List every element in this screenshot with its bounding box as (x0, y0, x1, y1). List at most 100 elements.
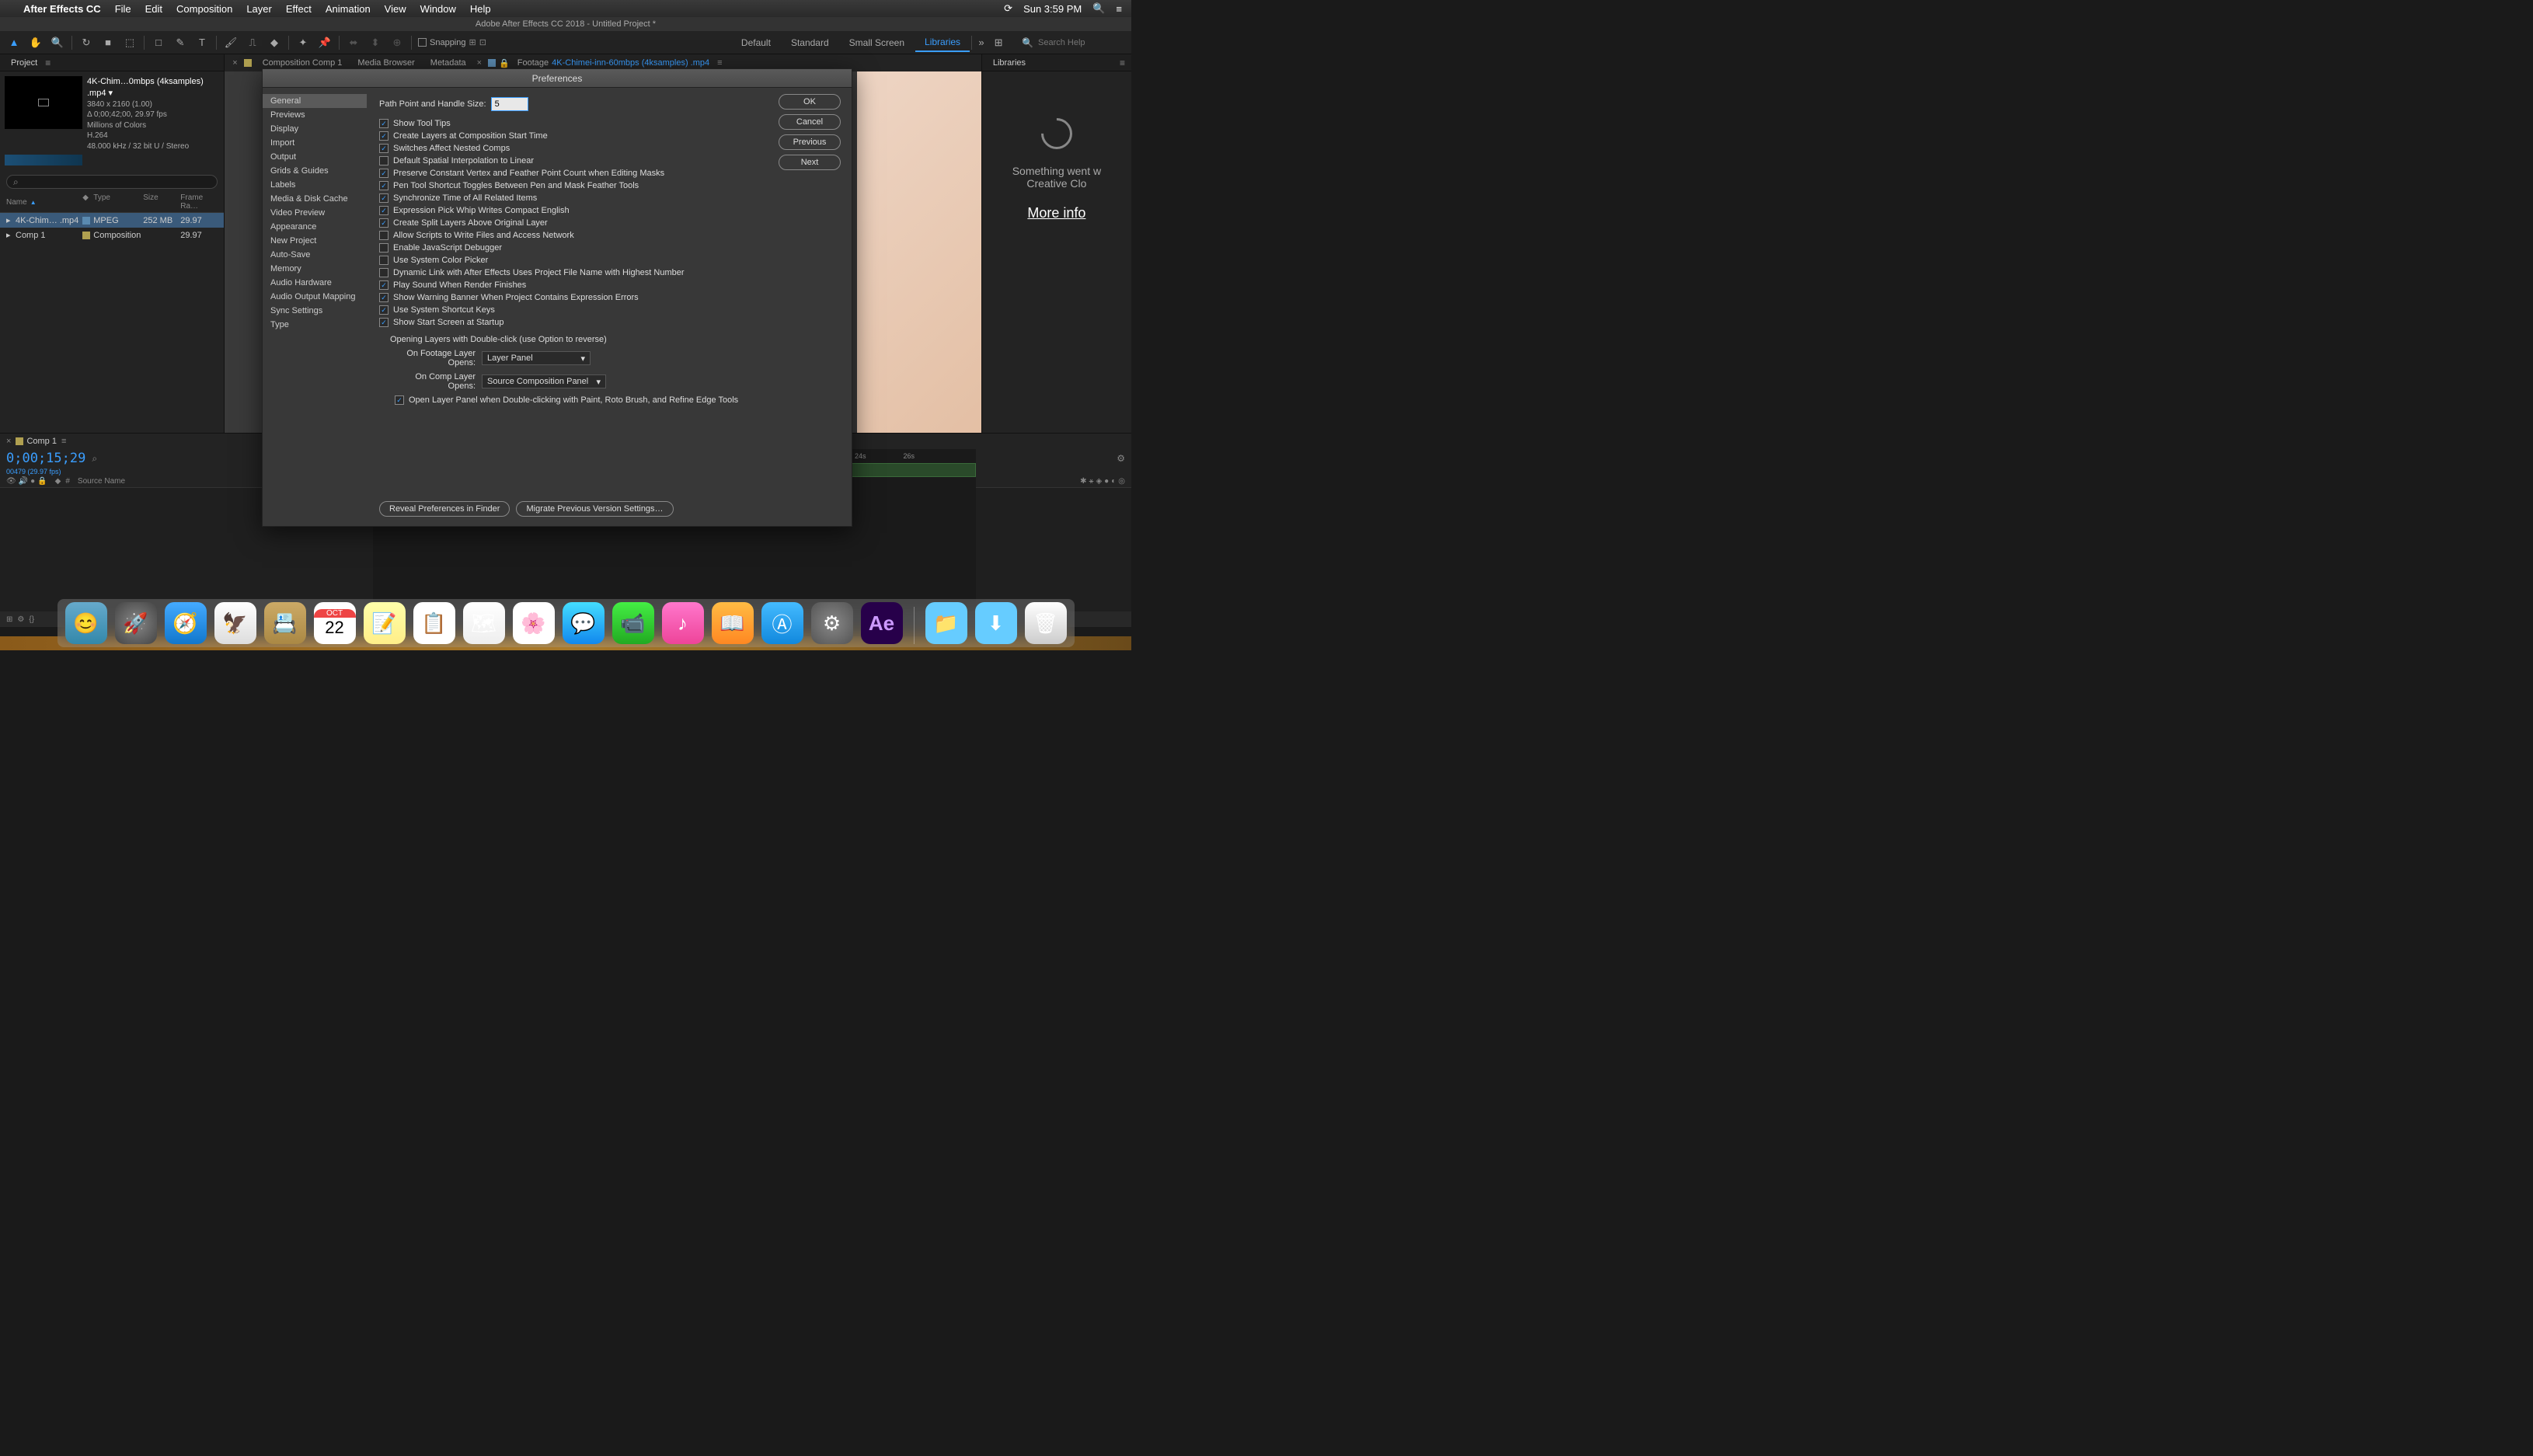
roto-tool-icon[interactable]: ✦ (295, 35, 311, 51)
source-name-col[interactable]: Source Name (78, 477, 125, 486)
current-timecode[interactable]: 0;00;15;29 (6, 451, 85, 466)
prefs-checkbox-15[interactable] (379, 305, 388, 315)
handle-size-input[interactable] (491, 97, 528, 111)
dock-finder-icon[interactable]: 😊 (65, 602, 107, 644)
search-help-input[interactable] (1038, 38, 1116, 47)
prefs-checkbox-10[interactable] (379, 243, 388, 253)
menu-effect[interactable]: Effect (286, 3, 312, 15)
frame-blend-icon[interactable]: ◈ (1096, 477, 1102, 486)
col-label-icon[interactable]: ◆ (82, 193, 93, 211)
previous-button[interactable]: Previous (779, 134, 841, 150)
snapping-checkbox[interactable] (418, 38, 427, 47)
project-row[interactable]: ▸ Comp 1 Composition 29.97 (0, 228, 224, 242)
prefs-checkbox-3[interactable] (379, 156, 388, 165)
menu-file[interactable]: File (115, 3, 131, 15)
audio-toggle-icon[interactable]: 🔊 (19, 477, 28, 486)
prefs-checkbox-13[interactable] (379, 280, 388, 290)
menu-extras-icon[interactable]: ≡ (1116, 3, 1122, 15)
reveal-icon[interactable]: ▸ (6, 230, 16, 240)
workspace-default[interactable]: Default (732, 34, 780, 51)
prefs-nav-previews[interactable]: Previews (263, 108, 367, 122)
comp-layer-dropdown[interactable]: Source Composition Panel▾ (482, 374, 606, 388)
workspace-standard[interactable]: Standard (782, 34, 838, 51)
motion-blur-icon[interactable]: ● (1104, 477, 1109, 486)
lock-toggle-icon[interactable]: 🔒 (37, 477, 47, 486)
clock[interactable]: Sun 3:59 PM (1023, 3, 1082, 15)
snap-opt-icon[interactable]: ⊞ (469, 37, 476, 47)
next-button[interactable]: Next (779, 155, 841, 170)
3d-icon[interactable]: ◎ (1118, 477, 1125, 486)
open-layer-panel-checkbox[interactable] (395, 395, 404, 405)
snap-opt2-icon[interactable]: ⊡ (479, 37, 486, 47)
prefs-checkbox-14[interactable] (379, 293, 388, 302)
prefs-nav-grids[interactable]: Grids & Guides (263, 164, 367, 178)
workspace-overflow-icon[interactable]: » (974, 35, 989, 51)
dock-photos-icon[interactable]: 🌸 (513, 602, 555, 644)
dock-mail-icon[interactable]: 🦅 (214, 602, 256, 644)
prefs-nav-media[interactable]: Media & Disk Cache (263, 192, 367, 206)
prefs-nav-memory[interactable]: Memory (263, 262, 367, 276)
dock-notes-icon[interactable]: 📝 (364, 602, 406, 644)
prefs-nav-autosave[interactable]: Auto-Save (263, 248, 367, 262)
local-axis-icon[interactable]: ⬌ (346, 35, 361, 51)
dock-trash-icon[interactable]: 🗑 (1025, 602, 1067, 644)
ok-button[interactable]: OK (779, 94, 841, 110)
prefs-checkbox-7[interactable] (379, 206, 388, 215)
prefs-checkbox-12[interactable] (379, 268, 388, 277)
libraries-tab[interactable]: Libraries (988, 57, 1030, 69)
pan-behind-tool-icon[interactable]: ⬚ (122, 35, 138, 51)
prefs-checkbox-8[interactable] (379, 218, 388, 228)
camera-tool-icon[interactable]: ■ (100, 35, 116, 51)
video-toggle-icon[interactable]: 👁 (6, 477, 16, 486)
footage-layer-dropdown[interactable]: Layer Panel▾ (482, 351, 591, 365)
reveal-prefs-button[interactable]: Reveal Preferences in Finder (379, 501, 510, 517)
orbit-tool-icon[interactable]: ↻ (78, 35, 94, 51)
project-tab[interactable]: Project (6, 57, 42, 69)
timeline-tab[interactable]: Comp 1 (26, 437, 57, 446)
prefs-nav-audioout[interactable]: Audio Output Mapping (263, 290, 367, 304)
hand-tool-icon[interactable]: ✋ (28, 35, 44, 51)
prefs-nav-newproject[interactable]: New Project (263, 234, 367, 248)
tab-menu-icon[interactable]: ≡ (717, 58, 722, 68)
prefs-checkbox-5[interactable] (379, 181, 388, 190)
menu-window[interactable]: Window (420, 3, 456, 15)
dock-messages-icon[interactable]: 💬 (563, 602, 605, 644)
menu-edit[interactable]: Edit (145, 3, 162, 15)
prefs-checkbox-16[interactable] (379, 318, 388, 327)
panel-menu-icon[interactable]: ≡ (45, 57, 51, 68)
dock-appstore-icon[interactable]: Ⓐ (761, 602, 803, 644)
workspace-reset-icon[interactable]: ⊞ (991, 35, 1006, 51)
prefs-checkbox-6[interactable] (379, 193, 388, 203)
prefs-checkbox-9[interactable] (379, 231, 388, 240)
project-row[interactable]: ▸ 4K-Chim… .mp4 MPEG 252 MB 29.97 (0, 213, 224, 228)
dock-maps-icon[interactable]: 🗺 (463, 602, 505, 644)
prefs-nav-labels[interactable]: Labels (263, 178, 367, 192)
puppet-tool-icon[interactable]: 📌 (317, 35, 333, 51)
view-axis-icon[interactable]: ⊕ (389, 35, 405, 51)
more-info-link[interactable]: More info (990, 205, 1124, 221)
adjustment-icon[interactable]: ◐ (1111, 477, 1116, 486)
prefs-nav-sync[interactable]: Sync Settings (263, 304, 367, 318)
prefs-checkbox-11[interactable] (379, 256, 388, 265)
label-swatch[interactable] (82, 217, 90, 225)
shape-tool-icon[interactable]: □ (151, 35, 166, 51)
migrate-settings-button[interactable]: Migrate Previous Version Settings… (516, 501, 673, 517)
menu-composition[interactable]: Composition (176, 3, 232, 15)
prefs-nav-appearance[interactable]: Appearance (263, 220, 367, 234)
tab-close-icon[interactable]: × (6, 437, 11, 446)
dock-contacts-icon[interactable]: 📇 (264, 602, 306, 644)
col-size[interactable]: Size (143, 193, 180, 211)
dock-reminders-icon[interactable]: 📋 (413, 602, 455, 644)
app-menu[interactable]: After Effects CC (23, 3, 101, 15)
spotlight-icon[interactable]: 🔍 (1092, 2, 1105, 15)
timeline-search[interactable]: ⌕ (92, 453, 97, 465)
prefs-nav-video[interactable]: Video Preview (263, 206, 367, 220)
dock-downloads-icon[interactable]: ⬇ (975, 602, 1017, 644)
timeline-options-icon[interactable]: ⚙ (1117, 453, 1125, 464)
selection-tool-icon[interactable]: ▲ (6, 35, 22, 51)
pen-tool-icon[interactable]: ✎ (172, 35, 188, 51)
lock-icon[interactable]: 🔒 (499, 58, 510, 68)
label-swatch[interactable] (82, 232, 90, 239)
eraser-tool-icon[interactable]: ◆ (267, 35, 282, 51)
prefs-checkbox-4[interactable] (379, 169, 388, 178)
